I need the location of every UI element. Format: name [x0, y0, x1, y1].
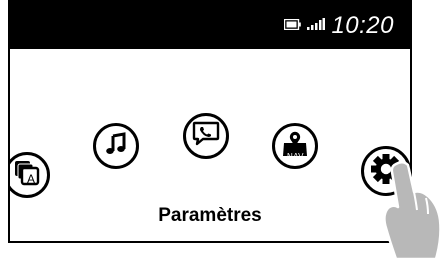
selected-menu-label: Paramètres [158, 205, 262, 226]
music-note-icon [103, 131, 129, 162]
apps-button[interactable]: A [10, 152, 50, 198]
signal-bars-icon [307, 17, 326, 35]
apps-icon-letter: A [27, 172, 36, 186]
battery-icon [284, 17, 302, 35]
infotainment-screen: 10:20 A NAV Paramètres [8, 0, 412, 243]
phone-button[interactable] [183, 113, 229, 159]
navigation-button[interactable]: NAV [272, 123, 318, 169]
status-group: 10:20 [284, 11, 394, 41]
music-button[interactable] [93, 123, 139, 169]
nav-icon-label: NAV [287, 152, 304, 161]
pointing-hand-icon [376, 160, 444, 264]
status-bar: 10:20 [10, 2, 410, 49]
clock: 10:20 [331, 12, 394, 39]
phone-bubble-icon [191, 120, 221, 153]
